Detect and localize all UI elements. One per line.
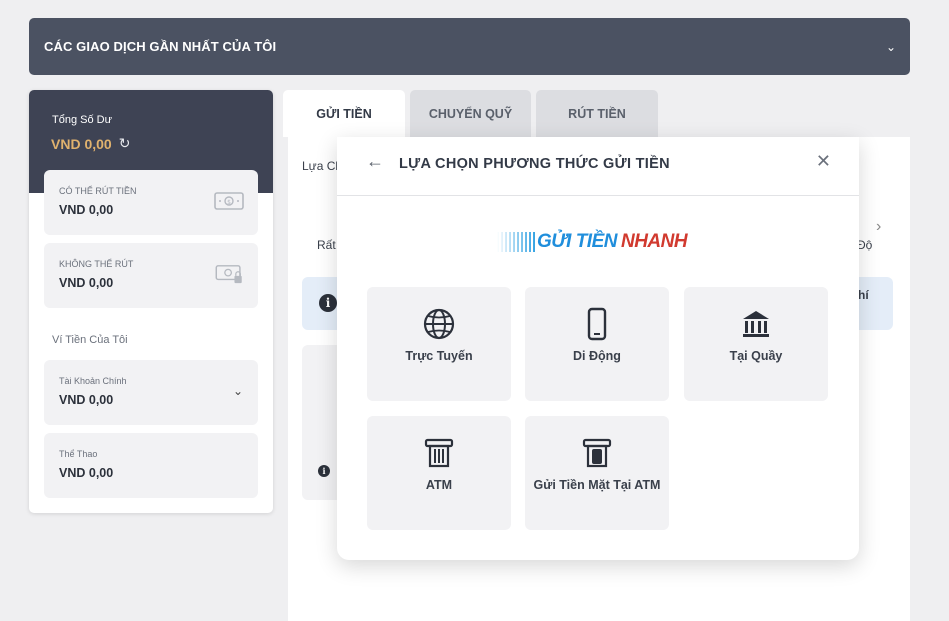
back-arrow-icon[interactable]: ← — [366, 151, 384, 172]
method-online-label: Trực Tuyến — [405, 349, 473, 363]
banknote-icon: $ — [214, 192, 244, 210]
locked-banknote-icon — [215, 265, 242, 284]
chevron-down-icon[interactable]: ⌄ — [886, 40, 896, 54]
refresh-icon[interactable]: ↻ — [119, 135, 131, 152]
method-atm[interactable]: ATM — [367, 416, 511, 530]
method-online[interactable]: Trực Tuyến — [367, 287, 511, 401]
balance-card: Tổng Số Dư VND 0,00 ↻ CÓ THỂ RÚT TIỀN VN… — [29, 90, 273, 513]
mobile-phone-icon — [587, 307, 607, 341]
chevron-down-icon[interactable]: ⌄ — [233, 384, 243, 398]
method-counter[interactable]: Tại Quầy — [684, 287, 828, 401]
recent-transactions-title: CÁC GIAO DỊCH GẦN NHẤT CỦA TÔI — [44, 39, 277, 54]
method-atm-label: ATM — [425, 478, 453, 492]
method-atm-cash-label: Gửi Tiền Mặt Tại ATM — [533, 478, 661, 492]
info-banner-fragment: hí — [858, 288, 869, 302]
recent-transactions-bar[interactable]: CÁC GIAO DỊCH GẦN NHẤT CỦA TÔI ⌄ — [29, 18, 910, 75]
info-icon: i — [319, 294, 337, 312]
sports-wallet-amount: VND 0,00 — [59, 466, 114, 480]
non-withdrawable-amount: VND 0,00 — [59, 276, 114, 290]
info-icon: i — [318, 465, 330, 477]
deposit-method-modal: ← LỰA CHỌN PHƯƠNG THỨC GỬI TIỀN ✕ GỬI TI… — [337, 137, 859, 560]
total-balance-value: VND 0,00 — [51, 135, 112, 152]
close-icon[interactable]: ✕ — [816, 151, 831, 172]
main-account-wallet[interactable]: Tài Khoản Chính VND 0,00 ⌄ — [44, 360, 258, 425]
tab-transfer[interactable]: CHUYỂN QUỸ — [410, 90, 531, 137]
globe-icon — [423, 308, 455, 340]
bank-icon — [743, 311, 769, 337]
method-atm-cash[interactable]: Gửi Tiền Mặt Tại ATM — [525, 416, 669, 530]
method-mobile[interactable]: Di Động — [525, 287, 669, 401]
brand-speed-lines — [497, 232, 537, 252]
main-account-label: Tài Khoản Chính — [59, 376, 127, 386]
panel-right-fragment: Độ — [857, 238, 873, 252]
chevron-right-icon[interactable]: › — [876, 218, 881, 236]
method-mobile-label: Di Động — [573, 349, 621, 363]
brand-logo-part1: GỬI TIỀN — [537, 231, 617, 252]
withdrawable-box: CÓ THỂ RÚT TIỀN VND 0,00 $ — [44, 170, 258, 235]
withdrawable-amount: VND 0,00 — [59, 203, 114, 217]
svg-text:$: $ — [227, 199, 231, 206]
atm-icon — [424, 438, 454, 468]
panel-text-fragment: Rất — [317, 238, 336, 252]
non-withdrawable-box: KHÔNG THỂ RÚT VND 0,00 — [44, 243, 258, 308]
tab-deposit[interactable]: GỬI TIỀN — [283, 90, 405, 137]
modal-title: LỰA CHỌN PHƯƠNG THỨC GỬI TIỀN — [399, 156, 670, 172]
main-account-amount: VND 0,00 — [59, 393, 114, 407]
atm-cash-icon — [582, 438, 612, 468]
brand-logo-part2: NHANH — [620, 231, 688, 252]
sports-wallet-label: Thể Thao — [59, 449, 98, 459]
total-balance-amount: VND 0,00 ↻ — [51, 135, 130, 152]
non-withdrawable-label: KHÔNG THỂ RÚT — [59, 259, 134, 269]
brand-logo: GỬI TIỀN NHANH — [497, 227, 707, 257]
my-wallets-title: Ví Tiền Của Tôi — [52, 334, 128, 346]
total-balance-label: Tổng Số Dư — [52, 114, 112, 126]
tab-withdraw[interactable]: RÚT TIỀN — [536, 90, 658, 137]
modal-divider — [337, 195, 859, 196]
method-counter-label: Tại Quầy — [729, 349, 783, 363]
withdrawable-label: CÓ THỂ RÚT TIỀN — [59, 186, 137, 196]
sports-wallet: Thể Thao VND 0,00 — [44, 433, 258, 498]
